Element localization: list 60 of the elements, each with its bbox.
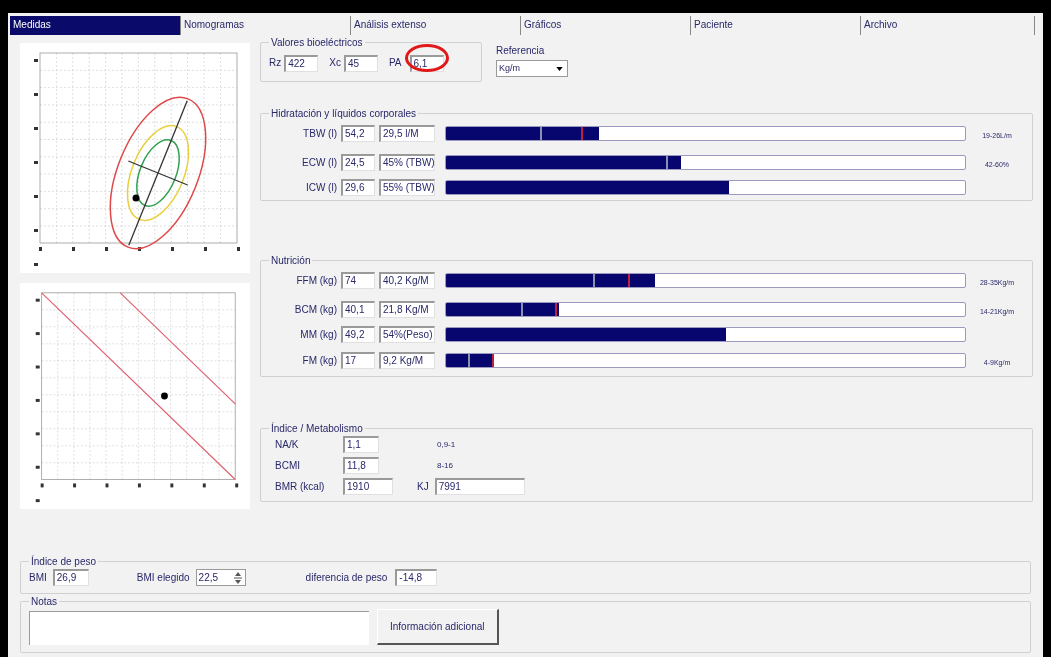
range-label: 8-16 <box>437 459 453 472</box>
tab[interactable]: Paciente <box>690 16 860 35</box>
group-title: Índice / Metabolismo <box>270 421 364 436</box>
value-field[interactable]: 49,2 <box>341 326 375 343</box>
measure-label: BCM (kg) <box>293 302 337 317</box>
value-field[interactable]: 74 <box>341 271 375 289</box>
measure-label: FM (kg) <box>301 353 337 368</box>
measure-label: FFM (kg) <box>295 273 337 288</box>
additional-info-button[interactable]: Información adicional <box>377 609 499 645</box>
caret-icon <box>556 66 563 71</box>
value-field[interactable]: 422 <box>284 55 319 72</box>
tab[interactable]: Archivo <box>860 16 1030 35</box>
value-field[interactable]: 17 <box>341 351 375 369</box>
weight-difference-field[interactable]: -14,8 <box>395 569 438 586</box>
tab[interactable]: Nomogramas <box>180 16 350 35</box>
derived-field[interactable]: 54%(Peso) <box>379 326 435 343</box>
derived-field[interactable]: 45% (TBW) <box>379 153 435 171</box>
notes-field[interactable] <box>29 611 369 645</box>
derived-field[interactable]: 21,8 Kg/M <box>379 300 435 318</box>
group-title: Notas <box>30 595 59 609</box>
index-label: BMR (kcal) <box>274 480 326 494</box>
derived-field[interactable]: 9,2 Kg/M <box>379 351 435 369</box>
value-field[interactable]: 24,5 <box>341 153 375 171</box>
tab[interactable]: Gráficos <box>520 16 690 35</box>
derived-field[interactable]: 40,2 Kg/M <box>379 271 435 289</box>
bmi-spinner[interactable]: 22,5 <box>195 569 246 586</box>
index-label: NA/K <box>274 438 300 452</box>
group-title: Hidratación y líquidos corporales <box>270 107 418 121</box>
index-label: BCMI <box>274 459 301 473</box>
measure-label: MM (kg) <box>299 328 337 342</box>
field-label: BMI <box>29 571 47 585</box>
field-label: Xc <box>329 55 341 70</box>
value-field[interactable]: 1,1 <box>343 436 379 453</box>
field-label: BMI elegido <box>136 571 190 585</box>
reference-dropdown[interactable]: Kg/m <box>496 60 568 77</box>
field-label: KJ <box>417 480 429 494</box>
range-label: 0,9-1 <box>437 438 456 451</box>
value-field[interactable]: 45 <box>343 55 378 72</box>
value-field[interactable]: 29,6 <box>341 179 375 196</box>
tab[interactable]: Medidas <box>10 16 180 35</box>
derived-field[interactable]: 29,5 l/M <box>379 124 435 142</box>
spinner-arrows-icon <box>232 570 243 585</box>
measure-label: ECW (l) <box>301 155 337 170</box>
field-label: PA <box>388 55 402 70</box>
value-field[interactable]: 11,8 <box>343 457 379 474</box>
group-title: Nutrición <box>270 254 312 268</box>
value-field[interactable]: 1910 <box>343 478 393 495</box>
measure-label: ICW (l) <box>304 181 337 195</box>
group-title: Valores bioeléctricos <box>270 36 364 50</box>
value-field[interactable]: 7991 <box>434 478 525 495</box>
group-title: Índice de peso <box>30 554 98 569</box>
derived-field[interactable]: 55% (TBW) <box>379 179 435 196</box>
field-label: Rz <box>269 55 282 70</box>
value-field[interactable]: 54,2 <box>341 124 375 142</box>
bmi-field[interactable]: 26,9 <box>52 569 89 586</box>
value-field[interactable]: 40,1 <box>341 300 375 318</box>
field-label: diferencia de peso <box>305 571 388 585</box>
measure-label: TBW (l) <box>302 126 337 141</box>
reference-label: Referencia <box>496 44 546 58</box>
tab[interactable]: Análisis extenso <box>350 16 520 35</box>
